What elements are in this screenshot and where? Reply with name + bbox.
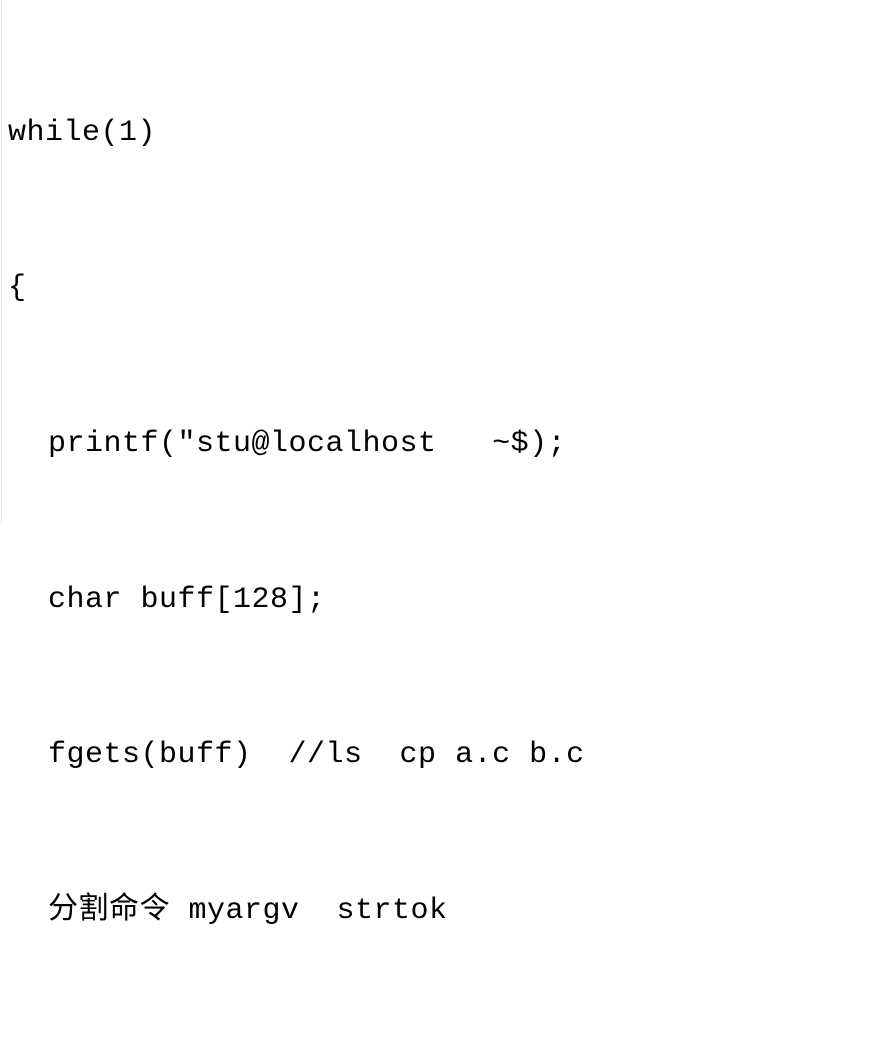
code-snippet: while(1) { printf("stu@localhost ~$); ch… bbox=[8, 4, 887, 1048]
code-line-split-command: 分割命令 myargv strtok bbox=[8, 886, 887, 938]
code-line-char-buff: char buff[128]; bbox=[8, 575, 887, 627]
fold-indicator: □ bbox=[0, 268, 2, 276]
code-line-fgets: fgets(buff) //ls cp a.c b.c bbox=[8, 730, 887, 782]
editor-margin-line bbox=[1, 0, 2, 524]
code-line-while: while(1) bbox=[8, 108, 887, 160]
code-line-open-brace: { bbox=[8, 263, 887, 315]
code-line-cmd-assign: char *cmd=myargv[0]; bbox=[8, 1042, 887, 1048]
code-line-printf: printf("stu@localhost ~$); bbox=[8, 419, 887, 471]
